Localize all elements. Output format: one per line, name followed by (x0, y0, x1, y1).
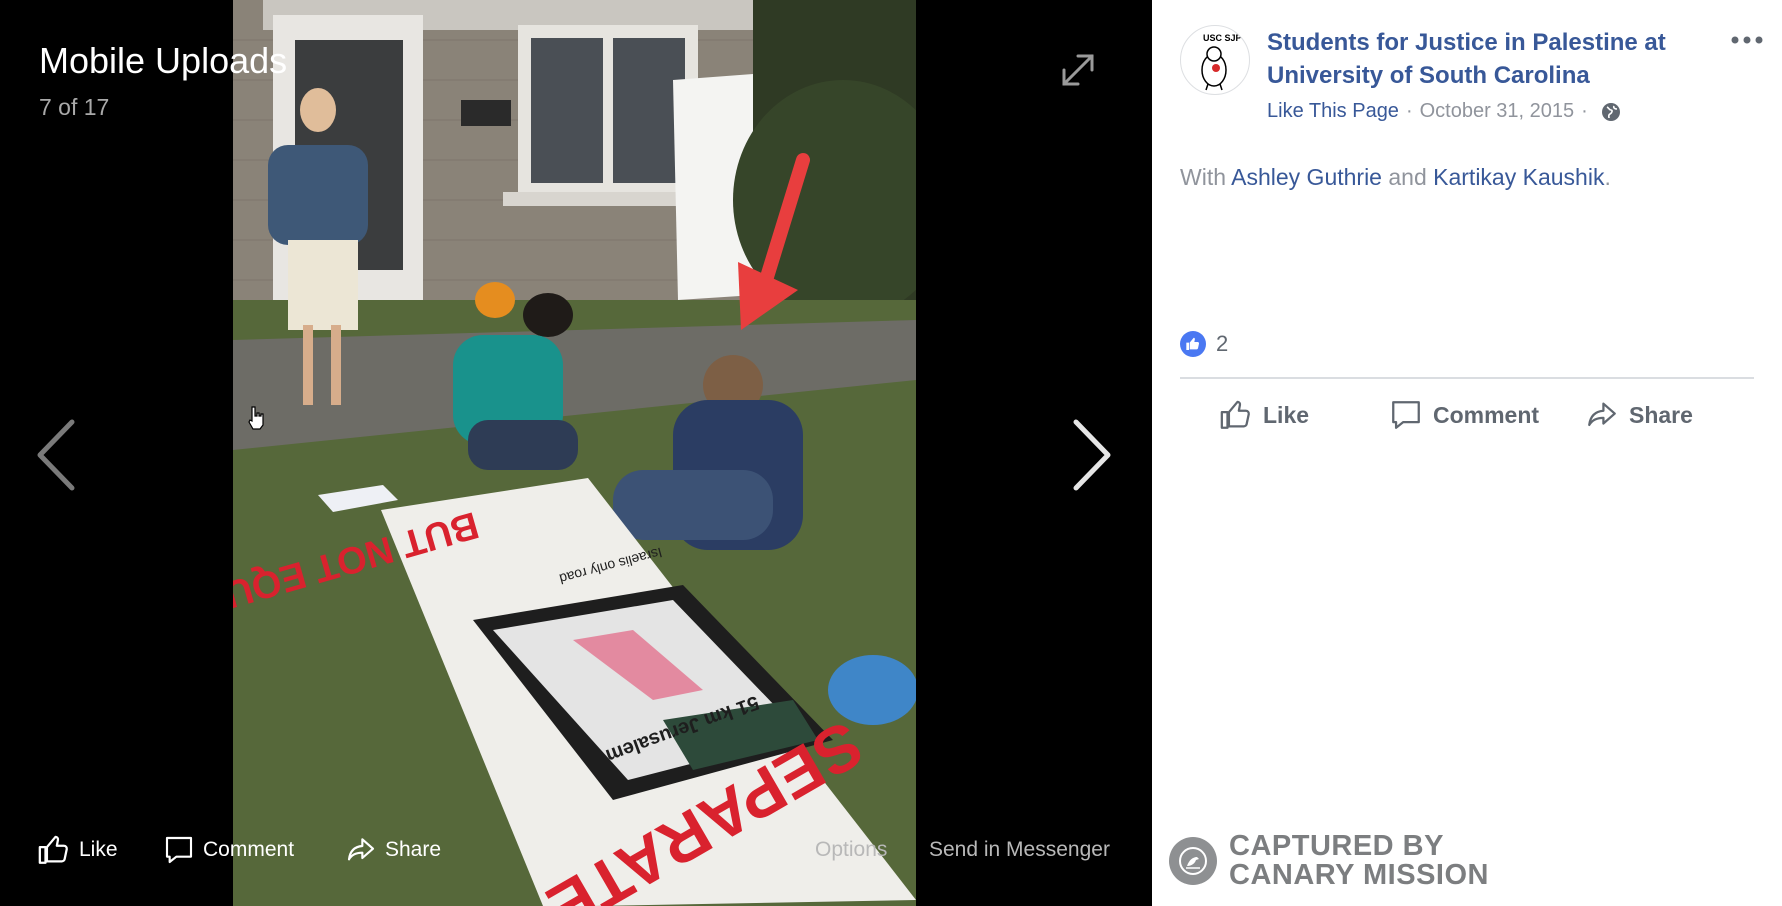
and-word: and (1388, 164, 1427, 190)
page-avatar[interactable]: USC SJP (1180, 25, 1250, 95)
post-more-button[interactable] (1727, 28, 1767, 52)
viewer-like-label: Like (79, 838, 118, 861)
album-title[interactable]: Mobile Uploads (39, 40, 287, 82)
chevron-left-icon (37, 419, 75, 491)
comment-icon (1392, 401, 1420, 429)
post-meta: Like This Page · October 31, 2015 · (1267, 100, 1621, 123)
previous-photo-button[interactable] (34, 418, 78, 492)
photo-image: BUT NOT EQUAL SEPARATE 51 km Jerusalem I… (233, 0, 916, 906)
post-action-bar: Like Comment Share (1180, 394, 1754, 436)
like-reaction-icon (1180, 331, 1206, 357)
photo-viewer: BUT NOT EQUAL SEPARATE 51 km Jerusalem I… (0, 0, 1152, 906)
viewer-comment-label: Comment (203, 838, 295, 861)
tagged-person-link[interactable]: Kartikay Kaushik (1433, 164, 1604, 190)
post-info-panel: USC SJP Students for Justice in Palestin… (1152, 0, 1782, 906)
share-icon (1588, 402, 1616, 427)
canary-mission-watermark: CAPTURED BY CANARY MISSION (1169, 832, 1489, 890)
reaction-summary[interactable]: 2 (1180, 331, 1228, 357)
page-name-link[interactable]: Students for Justice in Palestine at Uni… (1267, 26, 1697, 92)
pointer-cursor-icon (246, 405, 266, 436)
reaction-count: 2 (1216, 331, 1229, 356)
globe-icon (1601, 102, 1620, 121)
comment-label: Comment (1433, 401, 1540, 428)
sjp-logo-icon: USC SJP (1201, 33, 1242, 91)
viewer-like-button[interactable]: Like (37, 830, 118, 870)
watermark-text: CAPTURED BY CANARY MISSION (1229, 832, 1489, 890)
viewer-action-bar: Like Comment Share Options Send in Messe… (0, 830, 1152, 870)
like-label: Like (1263, 401, 1310, 428)
photo-position: 7 of 17 (39, 94, 110, 120)
like-button[interactable]: Like (1219, 394, 1309, 436)
expand-button[interactable] (1058, 50, 1098, 90)
with-prefix: With (1180, 164, 1226, 190)
meta-separator: · (1405, 100, 1413, 122)
divider (1180, 377, 1754, 379)
more-icon (1731, 36, 1763, 44)
canary-bird-icon (1169, 837, 1217, 885)
next-photo-button[interactable] (1070, 418, 1114, 492)
tagged-person-link[interactable]: Ashley Guthrie (1231, 164, 1382, 190)
share-icon (347, 838, 375, 861)
share-label: Share (1629, 401, 1693, 428)
thumbs-up-icon (38, 835, 68, 864)
avatar-text: USC SJP (1203, 33, 1242, 43)
comment-button[interactable]: Comment (1389, 394, 1539, 436)
comment-icon (165, 836, 193, 864)
post-date[interactable]: October 31, 2015 (1420, 100, 1575, 123)
expand-icon (1062, 54, 1094, 86)
share-button[interactable]: Share (1585, 394, 1693, 436)
thumbs-up-icon (1220, 400, 1250, 429)
watermark-line-1: CAPTURED BY (1229, 830, 1444, 862)
viewer-options-button[interactable]: Options (815, 830, 887, 870)
viewer-comment-button[interactable]: Comment (163, 830, 294, 870)
viewer-share-label: Share (385, 838, 442, 861)
send-in-messenger-button[interactable]: Send in Messenger (929, 830, 1110, 870)
like-this-page-link[interactable]: Like This Page (1267, 100, 1399, 123)
meta-separator: · (1581, 100, 1588, 122)
tag-period: . (1604, 164, 1611, 190)
tagged-people: With Ashley Guthrie and Kartikay Kaushik… (1180, 164, 1611, 191)
watermark-line-2: CANARY MISSION (1229, 859, 1489, 891)
photo[interactable]: BUT NOT EQUAL SEPARATE 51 km Jerusalem I… (233, 0, 916, 906)
viewer-share-button[interactable]: Share (345, 830, 441, 870)
chevron-right-icon (1073, 419, 1111, 491)
